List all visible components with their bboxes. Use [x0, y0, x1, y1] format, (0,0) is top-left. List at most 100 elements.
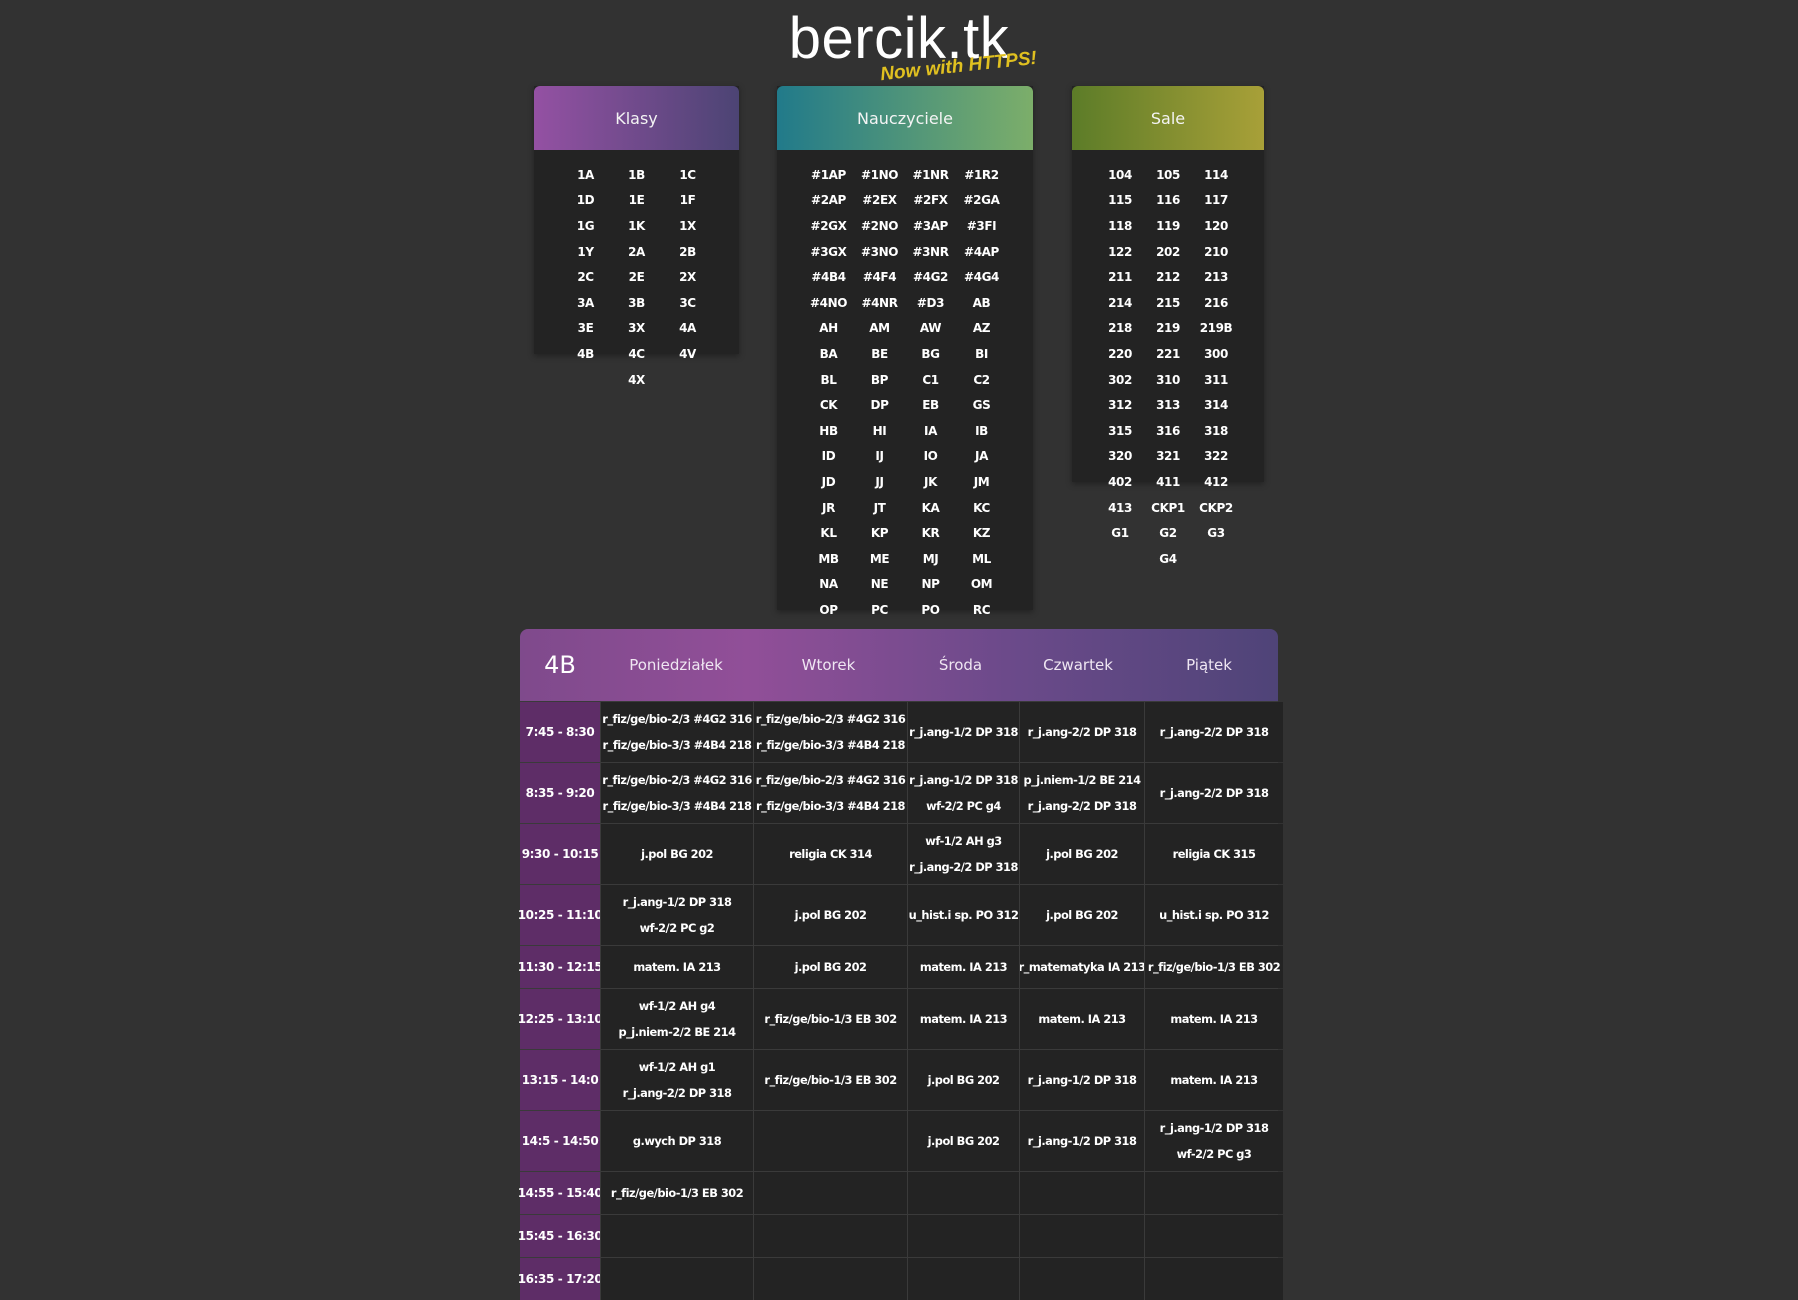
teacher-link[interactable]: NE — [854, 572, 905, 598]
teacher-link[interactable]: NP — [905, 572, 956, 598]
teacher-link[interactable]: JT — [854, 495, 905, 521]
teacher-link[interactable]: KL — [803, 520, 854, 546]
teacher-link[interactable]: IO — [905, 444, 956, 470]
class-link[interactable]: 1A — [560, 162, 611, 188]
teacher-link[interactable]: GS — [956, 392, 1007, 418]
room-link[interactable]: 316 — [1144, 418, 1192, 444]
class-link[interactable]: 2E — [611, 264, 662, 290]
teacher-link[interactable]: #D3 — [905, 290, 956, 316]
room-link[interactable]: 202 — [1144, 239, 1192, 265]
room-link[interactable]: 402 — [1096, 469, 1144, 495]
teacher-link[interactable]: #3NR — [905, 239, 956, 265]
room-link[interactable]: 211 — [1096, 264, 1144, 290]
room-link[interactable]: 314 — [1192, 392, 1240, 418]
teacher-link[interactable]: #4NO — [803, 290, 854, 316]
teacher-link[interactable]: KA — [905, 495, 956, 521]
teacher-link[interactable]: #4AP — [956, 239, 1007, 265]
class-link[interactable]: 4B — [560, 341, 611, 367]
room-link[interactable]: 114 — [1192, 162, 1240, 188]
room-link[interactable]: 215 — [1144, 290, 1192, 316]
room-link[interactable]: 220 — [1096, 341, 1144, 367]
teacher-link[interactable]: NA — [803, 572, 854, 598]
room-link[interactable]: 122 — [1096, 239, 1144, 265]
room-link[interactable]: 214 — [1096, 290, 1144, 316]
class-link[interactable]: 2B — [662, 239, 713, 265]
room-link[interactable]: 218 — [1096, 316, 1144, 342]
teacher-link[interactable]: PC — [854, 597, 905, 623]
teacher-link[interactable]: #2NO — [854, 213, 905, 239]
teacher-link[interactable]: JM — [956, 469, 1007, 495]
class-link[interactable]: 1E — [611, 188, 662, 214]
room-link[interactable]: 302 — [1096, 367, 1144, 393]
room-link[interactable]: 104 — [1096, 162, 1144, 188]
room-link[interactable]: G4 — [1144, 546, 1192, 572]
class-link[interactable]: 1G — [560, 213, 611, 239]
teacher-link[interactable]: #1AP — [803, 162, 854, 188]
class-link[interactable]: 2X — [662, 264, 713, 290]
room-link[interactable]: 118 — [1096, 213, 1144, 239]
room-link[interactable]: 219 — [1144, 316, 1192, 342]
room-link[interactable]: 105 — [1144, 162, 1192, 188]
teacher-link[interactable]: HI — [854, 418, 905, 444]
class-link[interactable]: 1D — [560, 188, 611, 214]
teacher-link[interactable]: #2GA — [956, 188, 1007, 214]
class-link[interactable]: 2C — [560, 264, 611, 290]
teacher-link[interactable]: DP — [854, 392, 905, 418]
teacher-link[interactable]: OM — [956, 572, 1007, 598]
room-link[interactable]: G3 — [1192, 520, 1240, 546]
teacher-link[interactable]: KC — [956, 495, 1007, 521]
teacher-link[interactable]: IA — [905, 418, 956, 444]
teacher-link[interactable]: JA — [956, 444, 1007, 470]
teacher-link[interactable]: KZ — [956, 520, 1007, 546]
teacher-link[interactable]: AH — [803, 316, 854, 342]
teacher-link[interactable]: EB — [905, 392, 956, 418]
room-link[interactable]: 216 — [1192, 290, 1240, 316]
room-link[interactable]: G2 — [1144, 520, 1192, 546]
teacher-link[interactable]: PO — [905, 597, 956, 623]
room-link[interactable]: 320 — [1096, 444, 1144, 470]
teacher-link[interactable]: AM — [854, 316, 905, 342]
teacher-link[interactable]: #1R2 — [956, 162, 1007, 188]
teacher-link[interactable]: #3FI — [956, 213, 1007, 239]
teacher-link[interactable]: JJ — [854, 469, 905, 495]
teacher-link[interactable]: AW — [905, 316, 956, 342]
teacher-link[interactable]: ME — [854, 546, 905, 572]
room-link[interactable]: 219B — [1192, 316, 1240, 342]
teacher-link[interactable]: BG — [905, 341, 956, 367]
teacher-link[interactable]: #4NR — [854, 290, 905, 316]
class-link[interactable]: 1F — [662, 188, 713, 214]
teacher-link[interactable]: #3GX — [803, 239, 854, 265]
class-link[interactable]: 1K — [611, 213, 662, 239]
teacher-link[interactable]: KP — [854, 520, 905, 546]
teacher-link[interactable]: BP — [854, 367, 905, 393]
teacher-link[interactable]: IJ — [854, 444, 905, 470]
room-link[interactable]: 322 — [1192, 444, 1240, 470]
class-link[interactable]: 4A — [662, 316, 713, 342]
teacher-link[interactable]: ID — [803, 444, 854, 470]
class-link[interactable]: 3A — [560, 290, 611, 316]
class-link[interactable]: 3C — [662, 290, 713, 316]
teacher-link[interactable]: #2GX — [803, 213, 854, 239]
teacher-link[interactable]: #4G2 — [905, 264, 956, 290]
room-link[interactable]: 212 — [1144, 264, 1192, 290]
room-link[interactable]: 413 — [1096, 495, 1144, 521]
room-link[interactable]: 311 — [1192, 367, 1240, 393]
teacher-link[interactable]: ML — [956, 546, 1007, 572]
teacher-link[interactable]: BL — [803, 367, 854, 393]
teacher-link[interactable]: AZ — [956, 316, 1007, 342]
teacher-link[interactable]: #1NO — [854, 162, 905, 188]
site-logo[interactable]: bercik.tk Now with HTTPS! — [0, 4, 1798, 85]
room-link[interactable]: 318 — [1192, 418, 1240, 444]
teacher-link[interactable]: JK — [905, 469, 956, 495]
room-link[interactable]: 116 — [1144, 188, 1192, 214]
teacher-link[interactable]: #1NR — [905, 162, 956, 188]
class-link[interactable]: 1C — [662, 162, 713, 188]
teacher-link[interactable]: BE — [854, 341, 905, 367]
teacher-link[interactable]: HB — [803, 418, 854, 444]
room-link[interactable]: 210 — [1192, 239, 1240, 265]
teacher-link[interactable]: BI — [956, 341, 1007, 367]
room-link[interactable]: 117 — [1192, 188, 1240, 214]
teacher-link[interactable]: KR — [905, 520, 956, 546]
teacher-link[interactable]: CK — [803, 392, 854, 418]
teacher-link[interactable]: BA — [803, 341, 854, 367]
